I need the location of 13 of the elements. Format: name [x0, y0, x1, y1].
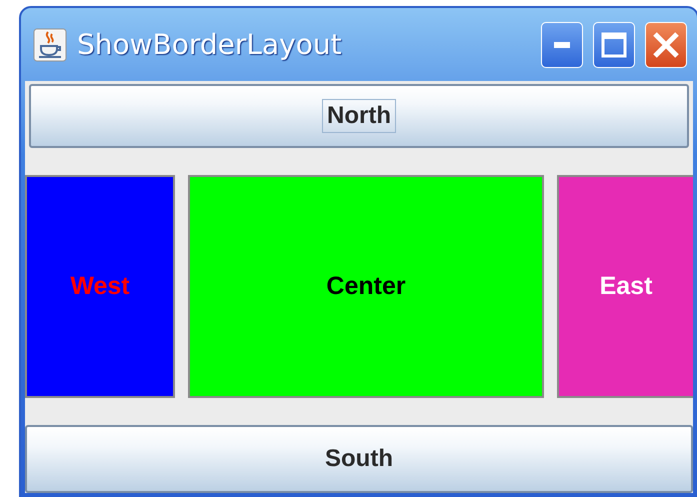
- minimize-icon: [554, 42, 570, 48]
- coffee-cup-icon: [33, 28, 67, 62]
- maximize-icon: [601, 32, 627, 58]
- north-button[interactable]: North: [29, 84, 689, 148]
- minimize-button[interactable]: [541, 22, 583, 68]
- close-button[interactable]: [645, 22, 687, 68]
- south-button[interactable]: South: [25, 425, 693, 493]
- region-label: Center: [326, 272, 406, 301]
- region-label: West: [70, 272, 130, 301]
- region-label: East: [600, 272, 652, 301]
- close-icon: [652, 30, 680, 58]
- window-title: ShowBorderLayout: [77, 28, 343, 61]
- maximize-button[interactable]: [593, 22, 635, 68]
